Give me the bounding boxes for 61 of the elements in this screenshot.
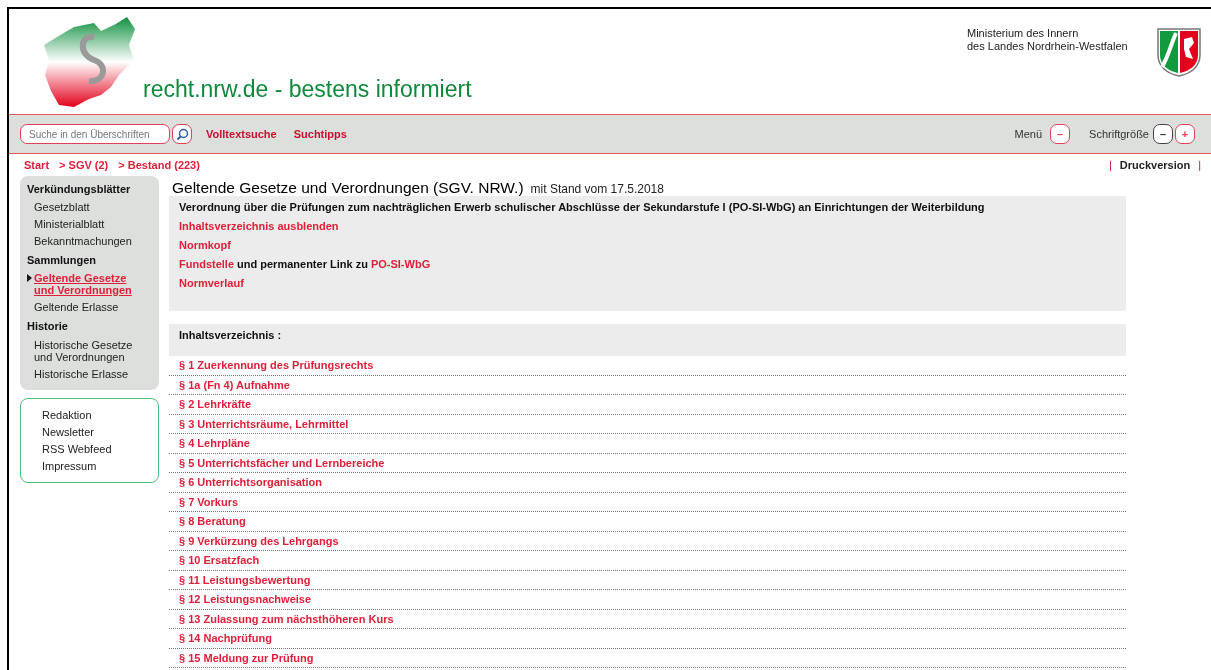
info-line: Fundstelle und permanenter Link zu PO-SI-WbG xyxy=(179,257,432,272)
breadcrumb-link[interactable]: > SGV (2) xyxy=(59,156,109,174)
sidebar-heading: Verkündungsblätter xyxy=(27,182,132,197)
toc-link[interactable]: § 13 Zulassung zum nächsthöheren Kurs xyxy=(179,612,394,625)
toc-link[interactable]: § 1 Zuerkennung des Prüfungsrechts xyxy=(179,359,374,371)
sidebar-item[interactable]: Gesetzblatt xyxy=(34,200,143,213)
service-link[interactable]: Newsletter xyxy=(42,424,158,439)
sidebar-heading: Sammlungen xyxy=(27,252,98,268)
separator: | xyxy=(1198,157,1201,173)
toc-link[interactable]: § 12 Leistungsnachweise xyxy=(179,593,312,605)
toc-link[interactable]: § 10 Ersatzfach xyxy=(179,554,260,566)
sidebar-item[interactable]: Historische Gesetze und Verordnungen xyxy=(34,338,143,363)
toolbar-link[interactable]: Suchtipps xyxy=(293,125,347,143)
toc-link[interactable]: § 4 Lehrpläne xyxy=(179,437,250,449)
sidebar-item[interactable]: Ministerialblatt xyxy=(34,217,143,230)
menu-label: Menü xyxy=(1014,126,1043,142)
search-icon xyxy=(175,127,189,141)
coat-of-arms-icon xyxy=(1156,27,1202,77)
service-link[interactable]: Redaktion xyxy=(42,407,158,422)
breadcrumb-link[interactable]: > Bestand (223) xyxy=(118,156,200,174)
toc-link[interactable]: § 7 Vorkurs xyxy=(179,495,239,508)
toc-heading: Inhaltsverzeichnis : xyxy=(179,328,283,343)
ministry-name-line: des Landes Nordrhein-Westfalen xyxy=(967,40,1128,53)
info-link[interactable]: Normkopf xyxy=(179,239,231,251)
search-button[interactable] xyxy=(172,124,192,144)
law-title: Verordnung über die Prüfungen zum nachträglichen Erwerb schulischer Abschlüsse der Sekundarstufe I (PO-SI-WbG) an Einrichtungen der Weiterbildung xyxy=(179,200,986,215)
service-link[interactable]: RSS Webfeed xyxy=(42,441,158,456)
print-version-link[interactable]: Druckversion xyxy=(1119,156,1191,174)
toolbar-link[interactable]: Volltextsuche xyxy=(206,125,277,143)
font-larger-button[interactable]: + xyxy=(1175,124,1195,144)
info-link[interactable]: Inhaltsverzeichnis ausblenden xyxy=(179,220,339,232)
info-link[interactable]: Normverlauf xyxy=(179,277,244,289)
sidebar-item[interactable]: Geltende Gesetze und Verordnungen xyxy=(34,272,143,296)
toc-link[interactable]: § 1a (Fn 4) Aufnahme xyxy=(179,378,290,391)
sidebar-heading: Historie xyxy=(27,319,69,334)
site-title: recht.nrw.de - bestens informiert xyxy=(143,75,472,104)
menu-collapse-button[interactable]: – xyxy=(1050,124,1071,144)
date-note: mit Stand vom 17.5.2018 xyxy=(530,181,664,198)
toc-link[interactable]: § 5 Unterrichtsfächer und Lernbereiche xyxy=(179,456,385,469)
info-link[interactable]: Fundstelle xyxy=(179,258,234,270)
font-size-label: Schriftgröße xyxy=(1089,126,1149,142)
toc-link[interactable]: § 14 Nachprüfung xyxy=(179,632,272,644)
sidebar-item[interactable]: Historische Erlasse xyxy=(34,367,143,380)
page-title: Geltende Gesetze und Verordnungen (SGV. NRW.) xyxy=(172,178,524,198)
toc-link[interactable]: § 3 Unterrichtsräume, Lehrmittel xyxy=(179,417,349,430)
sidebar-item[interactable]: Bekanntmachungen xyxy=(34,234,143,247)
ministry-name-line: Ministerium des Innern xyxy=(967,27,1080,40)
info-link[interactable]: PO-SI-WbG xyxy=(370,258,431,270)
sidebar-item[interactable]: Geltende Erlasse xyxy=(34,301,143,313)
toc-link[interactable]: § 6 Unterrichtsorganisation xyxy=(179,476,323,488)
toc-link[interactable]: § 2 Lehrkräfte xyxy=(179,398,252,410)
search-field[interactable]: Suche in den Überschriften xyxy=(20,124,170,144)
service-link[interactable]: Impressum xyxy=(42,458,158,473)
toc-link[interactable]: § 8 Beratung xyxy=(179,515,246,527)
current-item-marker-icon xyxy=(27,274,32,282)
font-smaller-button[interactable]: – xyxy=(1153,124,1173,144)
breadcrumb-link[interactable]: Start xyxy=(24,156,50,174)
toc-link[interactable]: § 15 Meldung zur Prüfung xyxy=(179,651,314,664)
separator: | xyxy=(1108,157,1112,173)
toc-link[interactable]: § 11 Leistungsbewertung xyxy=(179,573,311,586)
toc-link[interactable]: § 9 Verkürzung des Lehrgangs xyxy=(179,534,339,547)
